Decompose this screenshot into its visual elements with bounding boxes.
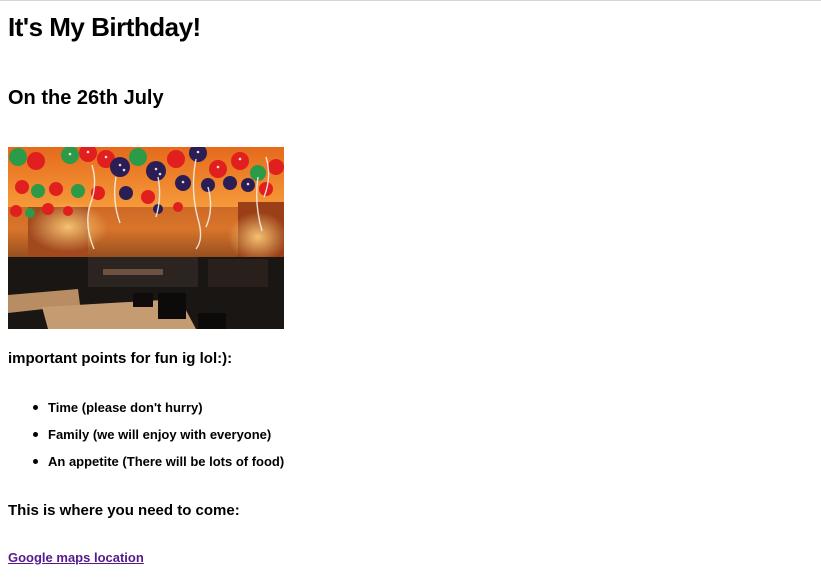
points-list: Time (please don't hurry) Family (we wil… — [8, 397, 284, 478]
google-maps-link[interactable]: Google maps location — [8, 550, 144, 565]
party-photo — [8, 147, 284, 329]
location-heading: This is where you need to come: — [8, 502, 240, 519]
list-item: Time (please don't hurry) — [32, 397, 284, 424]
list-item: Family (we will enjoy with everyone) — [32, 424, 284, 451]
page-title: It's My Birthday! — [8, 12, 201, 42]
top-border — [0, 0, 821, 1]
point-note: (please don't hurry) — [81, 400, 203, 415]
list-item: An appetite (There will be lots of food) — [32, 451, 285, 478]
page-subtitle: On the 26th July — [8, 87, 164, 109]
point-note: (There will be lots of food) — [122, 454, 285, 469]
points-heading: important points for fun ig lol:): — [8, 350, 233, 367]
point-note: (we will enjoy with everyone) — [92, 427, 272, 442]
point-label: Family — [48, 427, 90, 442]
point-label: Time — [48, 400, 79, 415]
point-label: An appetite — [48, 454, 119, 469]
